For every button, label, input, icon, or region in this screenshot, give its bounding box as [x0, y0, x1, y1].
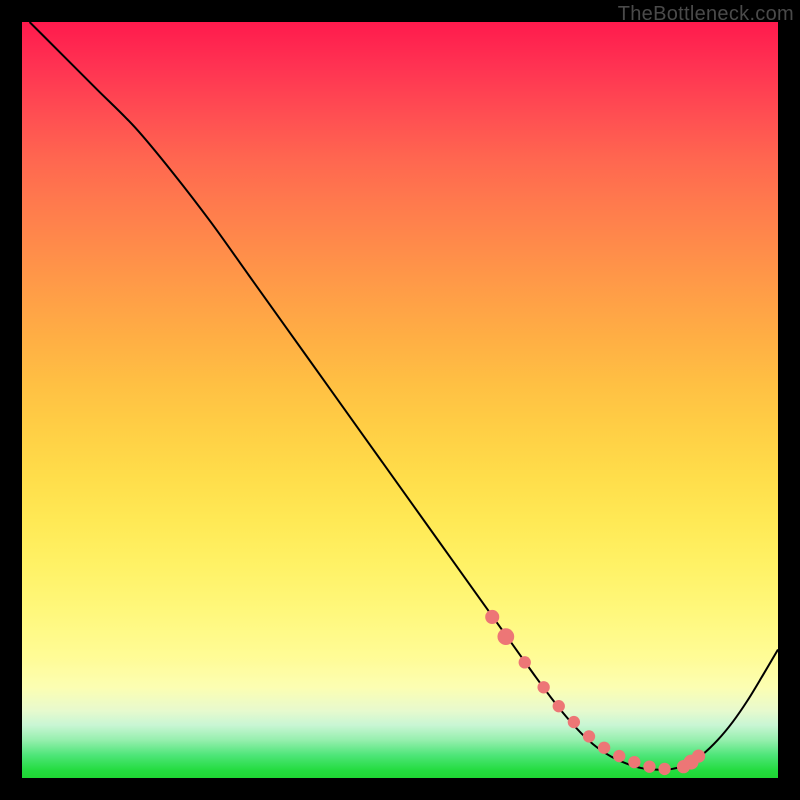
curve-dot [628, 756, 640, 768]
curve-dot [485, 610, 499, 624]
curve-dot [553, 700, 565, 712]
watermark-text: TheBottleneck.com [618, 3, 794, 26]
curve-dot [519, 656, 531, 668]
curve-dot [658, 763, 670, 775]
curve-dot [692, 749, 705, 762]
curve-dot [537, 681, 549, 693]
bottleneck-curve [30, 22, 778, 770]
curve-dot [497, 628, 514, 645]
curve-dot [598, 742, 610, 754]
chart-svg [22, 22, 778, 778]
curve-dot [643, 761, 655, 773]
chart-plot-area [22, 22, 778, 778]
curve-dot [568, 716, 580, 728]
curve-dots [485, 610, 705, 775]
curve-dot [613, 750, 625, 762]
curve-dot [583, 730, 595, 742]
